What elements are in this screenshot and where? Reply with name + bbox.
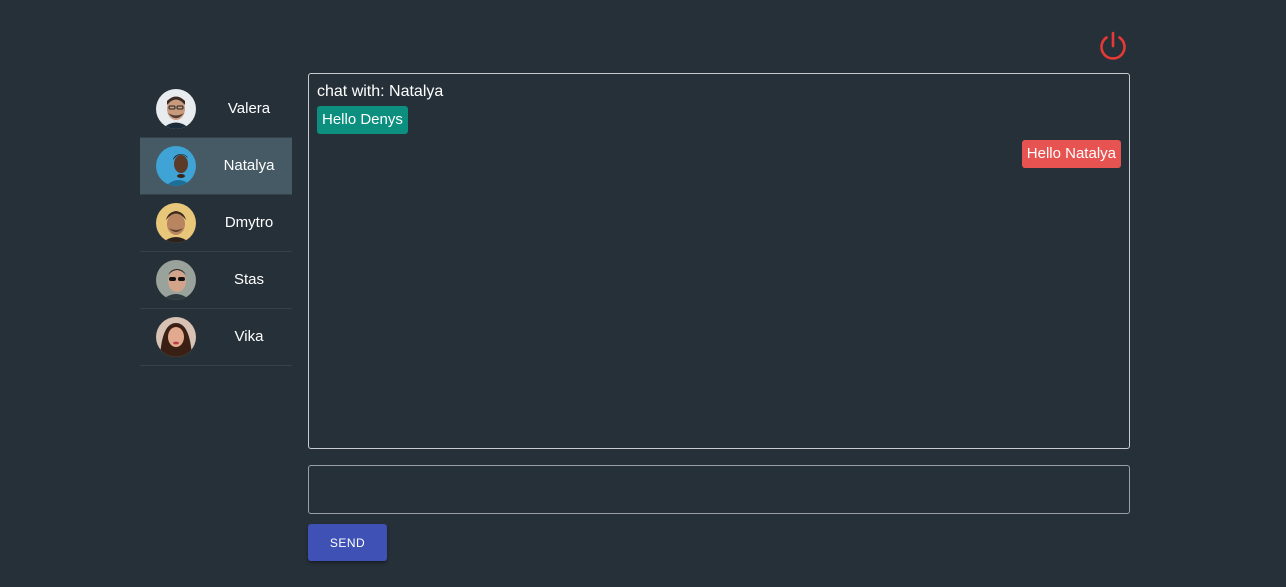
avatar: [156, 89, 196, 129]
avatar: [156, 146, 196, 186]
avatar: [156, 260, 196, 300]
contact-item-stas[interactable]: Stas: [140, 252, 292, 309]
contact-name: Natalya: [223, 157, 275, 174]
avatar: [156, 203, 196, 243]
message-outgoing: Hello Natalya: [1021, 140, 1121, 168]
contact-item-valera[interactable]: Valera: [140, 81, 292, 138]
contact-name: Vika: [234, 328, 264, 345]
chat-window: chat with: Natalya Hello Denys Hello Nat…: [308, 73, 1130, 449]
contact-list: Valera Natalya Dmytro Stas Vika: [140, 81, 292, 366]
contact-item-vika[interactable]: Vika: [140, 309, 292, 366]
contact-name: Stas: [233, 271, 264, 288]
avatar: [156, 317, 196, 357]
power-icon[interactable]: [1096, 29, 1130, 63]
chat-app: Valera Natalya Dmytro Stas Vika chat wit…: [0, 0, 1286, 587]
contact-item-natalya[interactable]: Natalya: [140, 138, 292, 195]
send-button[interactable]: SEND: [308, 524, 387, 561]
message-incoming: Hello Denys: [317, 106, 408, 134]
contact-item-dmytro[interactable]: Dmytro: [140, 195, 292, 252]
contact-name: Valera: [227, 100, 271, 117]
chat-title: chat with: Natalya: [317, 83, 444, 100]
message-input[interactable]: [308, 465, 1130, 514]
contact-name: Dmytro: [224, 214, 274, 231]
